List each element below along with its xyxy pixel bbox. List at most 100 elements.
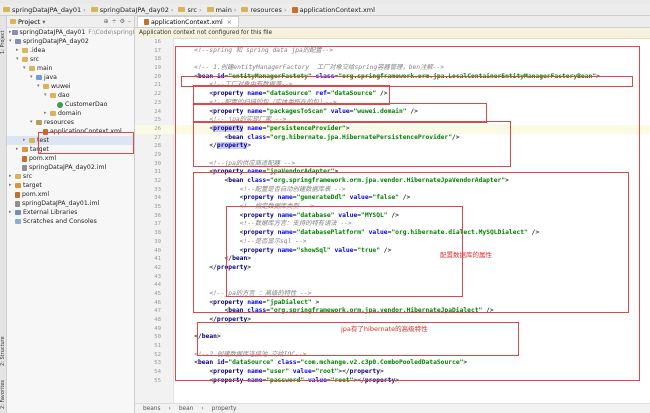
tree-item[interactable]: CustomerDao (7, 100, 134, 109)
code-line[interactable]: 28 </property> (135, 142, 650, 151)
tree-item[interactable]: ▾ main (7, 64, 134, 73)
favorites-tool-tab[interactable]: 2: Favorites (0, 376, 6, 412)
code-line[interactable]: 16 (135, 38, 650, 47)
code-token: property (243, 211, 274, 219)
project-panel-title[interactable]: Project (18, 18, 40, 26)
tree-item[interactable]: ▸ target (7, 145, 134, 154)
tree-item[interactable]: ▾ resources (7, 118, 134, 127)
tree-item[interactable]: ▸ domain (7, 109, 134, 118)
tree-item[interactable]: ▾ dao (7, 91, 134, 100)
path-item[interactable]: property (212, 406, 237, 412)
breadcrumb-resources[interactable]: resources (241, 6, 282, 14)
code-token: < (179, 177, 229, 184)
breadcrumb-main[interactable]: main (206, 6, 232, 14)
code-line[interactable]: 22 <property name="dataSource" ref="data… (135, 90, 650, 99)
code-line[interactable]: 50 </bean> (135, 333, 650, 342)
path-item[interactable]: beans (143, 406, 161, 412)
tree-item[interactable]: springDataJPA_day02.iml (7, 163, 134, 172)
code-line[interactable]: 41 </bean> (135, 255, 650, 264)
tree-item-label: target (30, 146, 49, 153)
code-line[interactable]: 27 <bean class="org.hibernate.jpa.Hibern… (135, 134, 650, 143)
path-item[interactable]: bean (179, 406, 193, 412)
code-line[interactable]: 26 <property name="persistenceProvider"> (135, 124, 650, 134)
code-area[interactable]: 16 17 <!--spring 和 spring data jpa的配置--> 1… (135, 38, 650, 386)
tree-item[interactable]: ▾ src (7, 55, 134, 64)
tree-item[interactable]: applicationContext.xml (7, 127, 134, 136)
hide-icon[interactable]: – (128, 18, 131, 25)
code-line[interactable]: 53 <bean id="dataSource" class="com.mcha… (135, 359, 650, 368)
code-line[interactable]: 38 <property name="databasePlatform" val… (135, 229, 650, 238)
tree-item[interactable]: ▾ java (7, 73, 134, 82)
code-token: property (243, 194, 274, 202)
code-line[interactable]: 35 <!--指定数据库类型 --> (135, 203, 650, 212)
code-line[interactable]: 17 <!--spring 和 spring data jpa的配置--> (135, 47, 650, 56)
code-line[interactable]: 25 <!-- jpa的实现厂家 --> (135, 116, 650, 125)
code-line[interactable]: 46 <property name="jpaDialect" > (135, 299, 650, 308)
code-token: < (179, 133, 229, 141)
close-icon[interactable]: × (227, 19, 232, 26)
tree-item[interactable]: ▸ src (7, 172, 134, 181)
tree-item[interactable]: ▸ target (7, 181, 134, 190)
project-tool-tab[interactable]: 1: Project (0, 22, 6, 62)
code-line[interactable]: 24 <property name="packagesToScan" value… (135, 108, 650, 117)
code-token: /> (387, 211, 399, 219)
breadcrumb-project[interactable]: springData JPA_day01 (3, 6, 81, 14)
code-token: > (395, 376, 399, 384)
tree-item[interactable]: springDataJPA_day01.iml (7, 199, 134, 208)
tree-item-label: springDataJPA_day01 (19, 29, 86, 36)
code-token: class (247, 177, 267, 184)
code-token: > (334, 168, 339, 176)
collapse-icon[interactable]: ÷ (112, 18, 117, 25)
code-token: name (247, 168, 263, 176)
code-line[interactable]: 44 (135, 281, 650, 290)
tree-item[interactable]: Scratches and Consoles (7, 217, 134, 226)
breadcrumb-module[interactable]: springData JPA_day02 (90, 6, 169, 14)
breadcrumb-src[interactable]: src (178, 6, 197, 14)
code-line[interactable]: 51 (135, 342, 650, 351)
code-line[interactable]: 23 <!--配置的扫描的包（实体类所在的包）--> (135, 99, 650, 108)
line-number: 34 (154, 195, 161, 202)
gear-icon[interactable]: ⚙ (120, 18, 125, 25)
code-text: </bean> (179, 255, 251, 264)
structure-tool-tab[interactable]: 2: Structure (0, 331, 6, 371)
tree-item[interactable]: ▸ test (7, 136, 134, 145)
code-token: "wuwei.domain" (353, 107, 407, 115)
code-line[interactable]: 18 (135, 55, 650, 64)
code-token: property (213, 376, 244, 384)
breadcrumb-file[interactable]: applicationContext.xml (291, 6, 375, 14)
code-token: "org.springframework.orm.jpa.vendor.Hibe… (270, 307, 483, 315)
code-line[interactable]: 54 <property name="user" value="root"></… (135, 368, 650, 377)
code-line[interactable]: 37 <!--数据库方言：支持的特有语法 --> (135, 220, 650, 229)
code-line[interactable]: 43 (135, 273, 650, 282)
code-line[interactable]: 45 <!--jpa的方言 ：高级的特性 --> (135, 290, 650, 299)
code-line[interactable]: 19 <!-- 1.创建entityManagerFactory 工厂对象交给s… (135, 64, 650, 73)
code-token: <!--2.创建数据库连接池 交给IOC--> (179, 350, 307, 358)
chevron-down-icon[interactable]: ▾ (42, 18, 45, 26)
code-line[interactable]: 31 <property name="jpaVendorAdapter"> (135, 168, 650, 177)
tree-item-label: CustomerDao (65, 101, 108, 108)
locate-icon[interactable]: ⊕ (104, 18, 109, 25)
code-line[interactable]: 42 </property> (135, 264, 650, 273)
code-line[interactable]: 55 <property name="password" value="root… (135, 377, 650, 386)
tree-item[interactable]: ▸springDataJPA_day01F:\Code\springData (7, 28, 134, 37)
tree-item[interactable]: ▸ .idea (7, 46, 134, 55)
tree-item[interactable]: ▾ wuwei (7, 82, 134, 91)
code-line[interactable]: 30 <!--jpa的供应商适配器 --> (135, 160, 650, 169)
editor-tab-applicationcontext[interactable]: applicationContext.xml × (137, 16, 239, 27)
code-line[interactable]: 33 <!--配置是否自动创建数据库表 --> (135, 186, 650, 195)
tree-item[interactable]: pom.xml (7, 190, 134, 199)
code-line[interactable]: 32 <bean class="org.springframework.orm.… (135, 177, 650, 186)
code-line[interactable]: 39 <!--是否显示sql --> (135, 238, 650, 247)
line-number: 26 (154, 125, 161, 132)
tree-item[interactable]: pom.xml (7, 154, 134, 163)
code-line[interactable]: 29 (135, 151, 650, 160)
tree-item[interactable]: ▸ External Libraries (7, 208, 134, 217)
code-line[interactable]: 34 <property name="generateDdl" value="f… (135, 194, 650, 203)
code-token: ></ (338, 368, 350, 376)
code-line[interactable]: 47 <bean class="org.springframework.orm.… (135, 307, 650, 316)
code-line[interactable]: 40 <property name="showSql" value="true"… (135, 247, 650, 256)
tree-item[interactable]: ▾ springDataJPA_day02 (7, 37, 134, 46)
code-token: <!--指定数据库类型 --> (179, 203, 315, 211)
lib-icon (15, 210, 21, 215)
code-line[interactable]: 21 <!--工厂对象中有数据源--> (135, 81, 650, 90)
